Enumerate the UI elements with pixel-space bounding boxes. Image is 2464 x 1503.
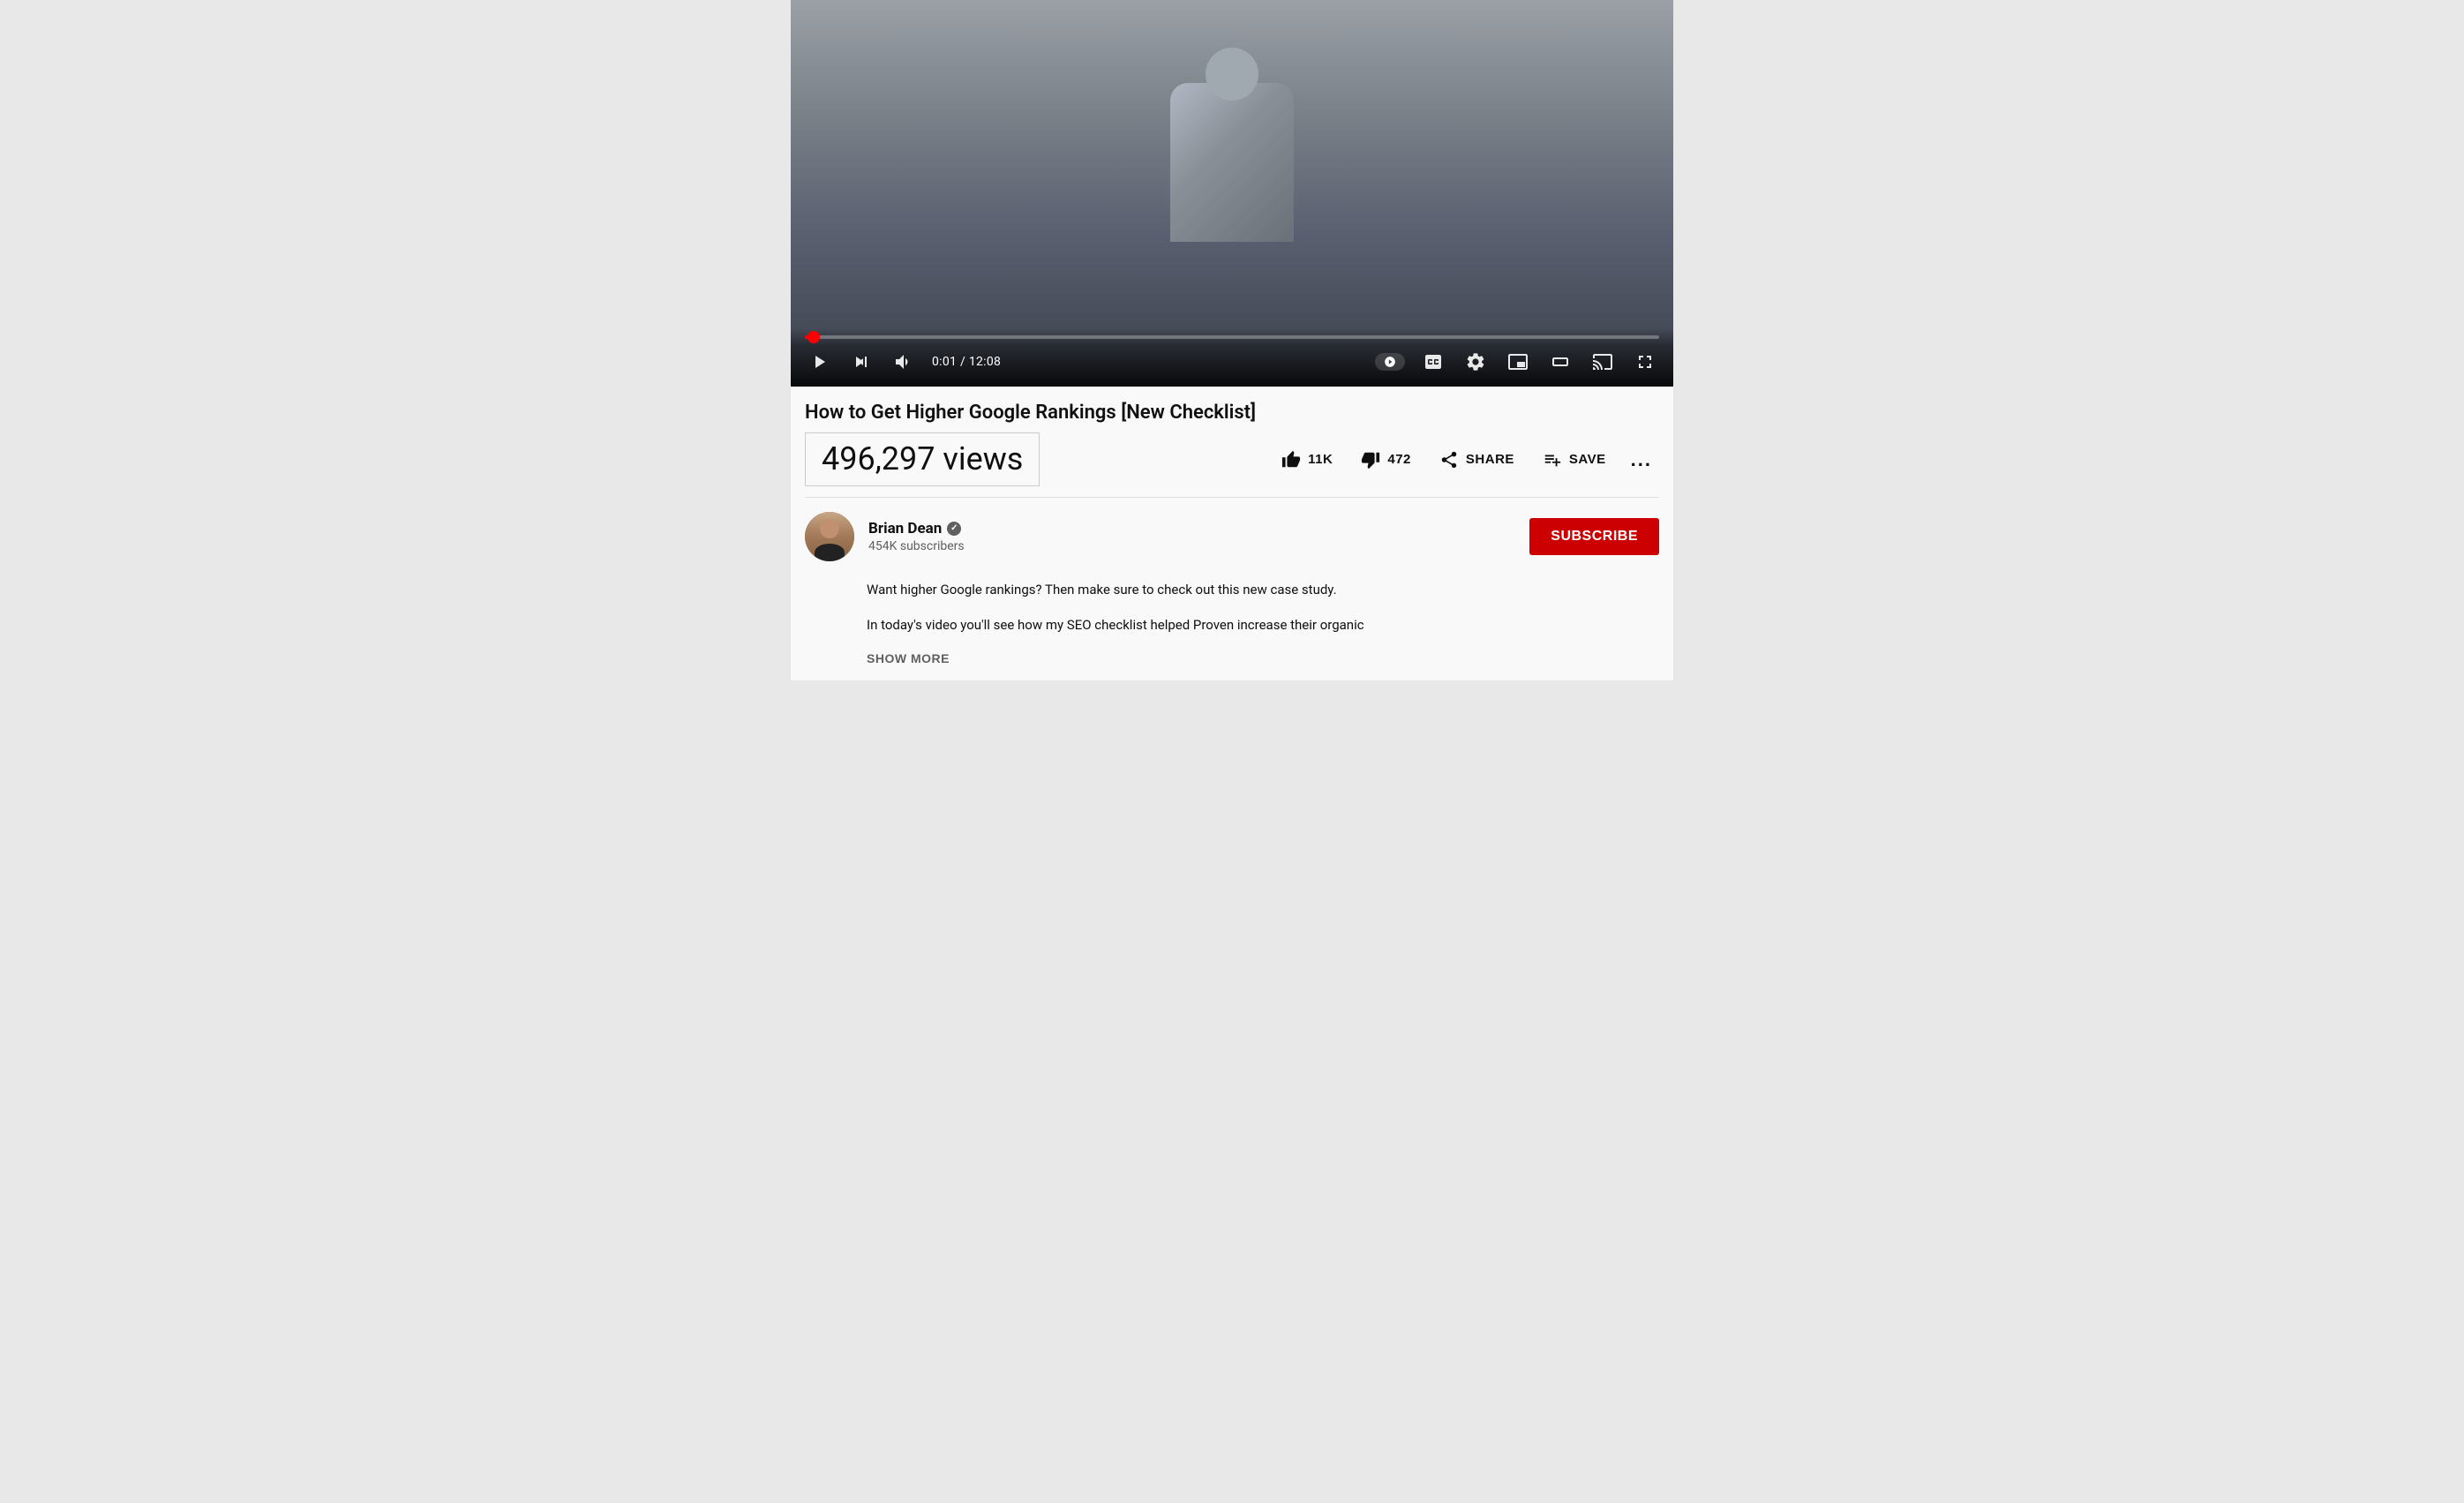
time-separator: / [957,355,969,369]
settings-icon [1465,351,1486,372]
channel-info: Brian Dean 454K subscribers [805,512,965,561]
dislike-button[interactable]: 472 [1350,443,1422,477]
channel-section: Brian Dean 454K subscribers SUBSCRIBE [791,498,1673,572]
duration: 12:08 [969,355,1001,369]
fullscreen-icon [1634,351,1656,372]
controls-bar: 0:01 / 12:08 [791,328,1673,387]
video-title: How to Get Higher Google Rankings [New C… [805,401,1659,426]
current-time: 0:01 [932,355,957,369]
theater-button[interactable] [1546,348,1574,376]
share-icon [1439,450,1459,470]
description-section: Want higher Google rankings? Then make s… [791,572,1673,680]
channel-text-info: Brian Dean 454K subscribers [868,520,965,553]
channel-name[interactable]: Brian Dean [868,520,942,537]
progress-bar[interactable] [805,335,1659,339]
description-text: Want higher Google rankings? Then make s… [867,579,1659,635]
action-buttons: 11K 472 SHARE [1271,443,1659,477]
cc-button[interactable] [1419,348,1447,376]
volume-button[interactable] [890,348,918,376]
time-display: 0:01 / 12:08 [932,355,1001,369]
subscribers-count: 454K subscribers [868,539,965,553]
video-figure [1144,83,1320,277]
miniplayer-icon [1507,351,1529,372]
channel-name-row: Brian Dean [868,520,965,537]
meta-row: 496,297 views 11K 472 [805,432,1659,498]
share-button[interactable]: SHARE [1429,443,1525,477]
channel-avatar[interactable] [805,512,854,561]
like-count: 11K [1308,452,1333,467]
save-label: SAVE [1569,452,1606,467]
show-more-button[interactable]: SHOW MORE [867,651,950,665]
progress-dot [808,331,820,343]
description-line2: In today's video you'll see how my SEO c… [867,614,1659,635]
thumbs-up-icon [1281,450,1301,470]
cast-button[interactable] [1589,348,1617,376]
share-label: SHARE [1466,452,1514,467]
autoplay-toggle-icon [1384,356,1396,368]
save-button[interactable]: SAVE [1532,443,1617,477]
video-player: 0:01 / 12:08 [791,0,1673,387]
theater-icon [1550,351,1571,372]
like-button[interactable]: 11K [1271,443,1343,477]
description-line1: Want higher Google rankings? Then make s… [867,579,1659,600]
thumbs-down-icon [1361,450,1380,470]
fullscreen-button[interactable] [1631,348,1659,376]
verified-icon [947,522,961,536]
subscribe-button[interactable]: SUBSCRIBE [1529,518,1659,555]
cc-icon [1423,351,1444,372]
settings-button[interactable] [1461,348,1490,376]
below-video: How to Get Higher Google Rankings [New C… [791,387,1673,499]
cast-icon [1592,351,1613,372]
autoplay-button[interactable] [1375,353,1405,371]
next-button[interactable] [847,348,875,376]
miniplayer-button[interactable] [1504,348,1532,376]
more-button[interactable]: ... [1624,445,1659,475]
progress-fill [805,335,814,339]
controls-row: 0:01 / 12:08 [805,348,1659,376]
avatar-face [805,512,854,561]
more-dots: ... [1631,448,1652,470]
play-icon [808,351,830,372]
save-icon [1543,450,1562,470]
volume-icon [893,351,914,372]
play-button[interactable] [805,348,833,376]
next-icon [851,351,872,372]
dislike-count: 472 [1387,452,1411,467]
page-wrapper: 0:01 / 12:08 [791,0,1673,680]
person-silhouette [1170,83,1294,242]
views-count: 496,297 views [805,432,1040,486]
